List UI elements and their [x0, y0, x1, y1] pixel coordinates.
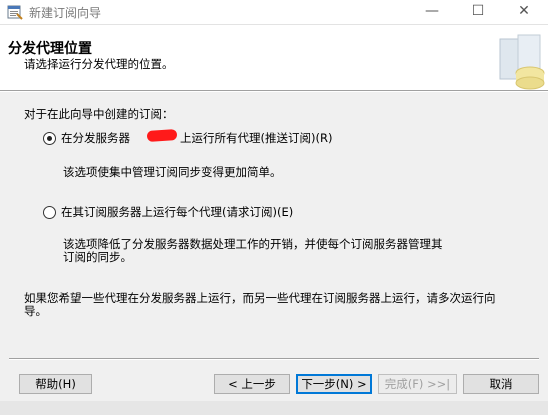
wizard-app-icon [7, 5, 23, 20]
radio-selected-dot [47, 136, 52, 141]
window-title: 新建订阅向导 [29, 6, 102, 20]
maximize-icon: ☐ [471, 3, 485, 19]
back-button[interactable]: < 上一步 [214, 374, 290, 394]
wizard-note-line2: 导。 [24, 304, 47, 318]
database-servers-icon [499, 34, 545, 90]
pull-subscription-radio[interactable] [43, 206, 56, 219]
window-bottom-edge [0, 401, 548, 415]
cancel-button[interactable]: 取消 [463, 374, 539, 394]
next-button[interactable]: 下一步(N) > [296, 374, 372, 394]
minimize-button[interactable]: — [409, 0, 455, 24]
pull-subscription-label[interactable]: 在其订阅服务器上运行每个代理(请求订阅)(E) [61, 204, 293, 220]
subscription-location-question: 对于在此向导中创建的订阅： [24, 107, 174, 121]
help-button[interactable]: 帮助(H) [19, 374, 92, 394]
close-button[interactable]: ✕ [501, 0, 547, 24]
redacted-server-name [146, 128, 178, 143]
window-titlebar[interactable]: 新建订阅向导 — ☐ ✕ [0, 0, 548, 24]
maximize-button[interactable]: ☐ [455, 0, 501, 24]
push-subscription-label-suffix[interactable]: 上运行所有代理(推送订阅)(R) [180, 130, 332, 146]
pull-subscription-description-line2: 订阅的同步。 [63, 250, 132, 264]
close-icon: ✕ [518, 3, 530, 19]
wizard-note-line1: 如果您希望一些代理在分发服务器上运行，而另一些代理在订阅服务器上运行，请多次运行… [24, 291, 496, 305]
page-title: 分发代理位置 [8, 41, 92, 57]
minimize-icon: — [425, 3, 439, 19]
finish-button[interactable]: 完成(F) >>| [378, 374, 457, 394]
page-subtitle: 请选择运行分发代理的位置。 [24, 57, 174, 71]
push-subscription-description: 该选项使集中管理订阅同步变得更加简单。 [63, 165, 282, 179]
push-subscription-label-prefix[interactable]: 在分发服务器 [61, 130, 130, 146]
header-divider [0, 90, 548, 92]
wizard-header: 分发代理位置 请选择运行分发代理的位置。 [0, 24, 548, 91]
push-subscription-radio[interactable] [43, 132, 56, 145]
footer-divider [9, 358, 539, 360]
